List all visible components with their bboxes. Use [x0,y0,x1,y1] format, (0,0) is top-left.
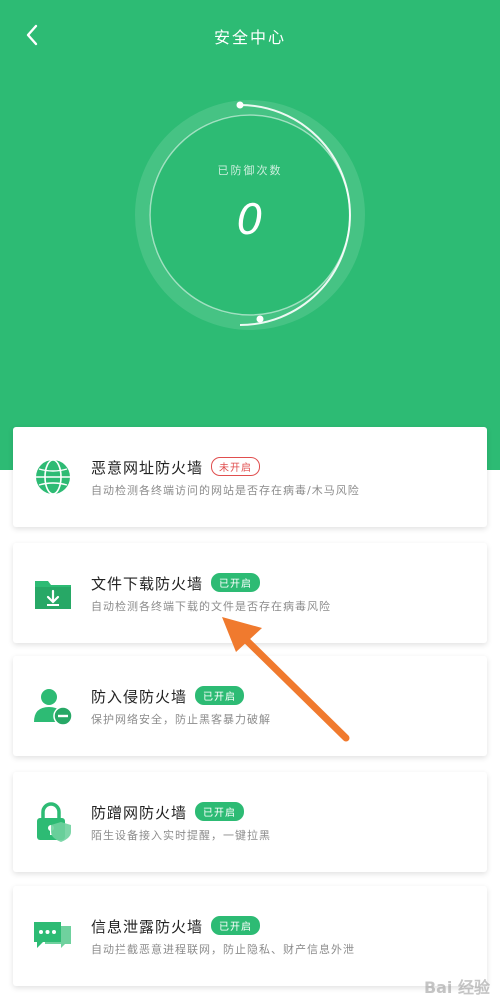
card-title: 防入侵防火墙 已开启 [91,686,245,707]
card-title-text: 防入侵防火墙 [91,688,188,706]
card-file-download-firewall[interactable]: 文件下载防火墙 已开启 自动检测各终端下载的文件是否存在病毒风险 [13,543,487,643]
card-title-text: 防蹭网防火墙 [91,804,188,822]
lock-shield-icon [37,802,71,842]
status-badge: 已开启 [195,686,245,705]
status-badge: 未开启 [211,457,261,476]
card-description: 自动检测各终端下载的文件是否存在病毒风险 [91,600,331,613]
watermark: Bai 经验 [423,978,490,997]
card-malicious-url-firewall[interactable]: 恶意网址防火墙 未开启 自动检测各终端访问的网站是否存在病毒/木马风险 [13,427,487,527]
card-title: 信息泄露防火墙 已开启 [91,916,261,937]
chat-bubble-icon [34,922,71,948]
card-anti-intrusion-firewall[interactable]: 防入侵防火墙 已开启 保护网络安全，防止黑客暴力破解 [13,656,487,756]
card-description: 自动拦截恶意进程联网，防止隐私、财产信息外泄 [91,943,355,956]
card-title-text: 恶意网址防火墙 [91,459,204,477]
card-title: 文件下载防火墙 已开启 [91,573,261,594]
dial-value: 0 [236,195,264,244]
card-title-text: 信息泄露防火墙 [91,918,204,936]
card-description: 陌生设备接入实时提醒，一键拉黑 [91,829,271,842]
user-block-icon [34,689,73,726]
card-title-text: 文件下载防火墙 [91,575,204,593]
header-background: 安全中心 已防御次数 0 [0,0,500,470]
card-anti-freeloading-firewall[interactable]: 防蹭网防火墙 已开启 陌生设备接入实时提醒，一键拉黑 [13,772,487,872]
status-badge: 已开启 [211,916,261,935]
card-title: 恶意网址防火墙 未开启 [91,457,261,478]
dial-label: 已防御次数 [217,164,283,177]
status-badge: 已开启 [195,802,245,821]
globe-icon [36,459,70,495]
card-description: 自动检测各终端访问的网站是否存在病毒/木马风险 [91,484,360,497]
card-title: 防蹭网防火墙 已开启 [91,802,245,823]
download-folder-icon [35,581,71,609]
status-badge: 已开启 [211,573,261,592]
card-info-leak-firewall[interactable]: 信息泄露防火墙 已开启 自动拦截恶意进程联网，防止隐私、财产信息外泄 [13,886,487,986]
card-description: 保护网络安全，防止黑客暴力破解 [91,713,271,726]
page-title: 安全中心 [213,28,286,47]
